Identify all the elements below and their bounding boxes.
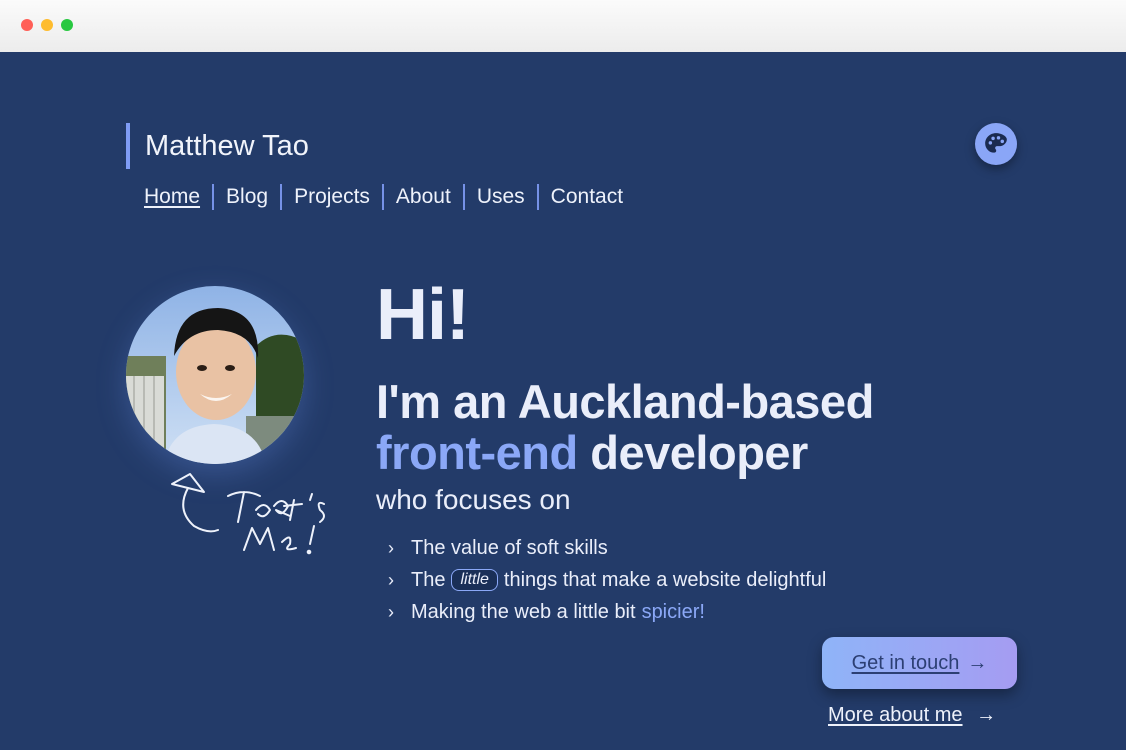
hero-headline-accent: front-end xyxy=(376,426,578,479)
window-close-button[interactable] xyxy=(21,19,33,31)
page: Matthew Tao Home Blog Projects About Use… xyxy=(0,52,1126,750)
nav-contact[interactable]: Contact xyxy=(551,185,623,209)
little-pill: little xyxy=(451,569,498,591)
browser-chrome xyxy=(0,0,1126,53)
window-minimize-button[interactable] xyxy=(41,19,53,31)
nav-blog[interactable]: Blog xyxy=(226,185,268,209)
hero-headline-line2: front-end developer xyxy=(376,427,874,478)
nav-divider xyxy=(280,184,283,210)
more-about-me-link[interactable]: More about me → xyxy=(828,704,996,727)
nav-home[interactable]: Home xyxy=(144,185,200,209)
theme-palette-button[interactable] xyxy=(975,123,1017,165)
focus-list: › The value of soft skills › The little … xyxy=(388,532,826,628)
get-in-touch-button[interactable]: Get in touch → xyxy=(822,637,1017,689)
chevron-right-icon: › xyxy=(388,569,394,590)
hero-greeting: Hi! xyxy=(376,275,470,355)
nav-divider xyxy=(536,184,539,210)
chevron-right-icon: › xyxy=(388,537,394,558)
spicier-text: spicier! xyxy=(641,600,705,623)
arrow-right-icon: → xyxy=(967,651,988,674)
nav-projects[interactable]: Projects xyxy=(294,185,370,209)
nav-about[interactable]: About xyxy=(396,185,451,209)
main-nav: Home Blog Projects About Uses Contact xyxy=(144,184,623,210)
list-item: › The value of soft skills xyxy=(388,536,608,559)
hero-headline-rest: developer xyxy=(590,426,808,479)
palette-icon xyxy=(985,133,1007,153)
hero-headline-line1: I'm an Auckland-based xyxy=(376,375,874,428)
nav-uses[interactable]: Uses xyxy=(477,185,525,209)
nav-divider xyxy=(212,184,215,210)
hero-headline: I'm an Auckland-based front-end develope… xyxy=(376,376,874,478)
chevron-right-icon: › xyxy=(388,601,394,622)
site-brand[interactable]: Matthew Tao xyxy=(126,123,309,169)
thats-me-doodle xyxy=(171,473,325,555)
arrow-right-icon: → xyxy=(976,704,997,726)
nav-divider xyxy=(462,184,465,210)
list-item: › Making the web a little bit spicier! xyxy=(388,600,705,623)
nav-divider xyxy=(381,184,384,210)
list-item: › The little things that make a website … xyxy=(388,568,827,591)
profile-photo xyxy=(126,286,304,464)
hero-subhead: who focuses on xyxy=(376,484,571,515)
window-maximize-button[interactable] xyxy=(61,19,73,31)
